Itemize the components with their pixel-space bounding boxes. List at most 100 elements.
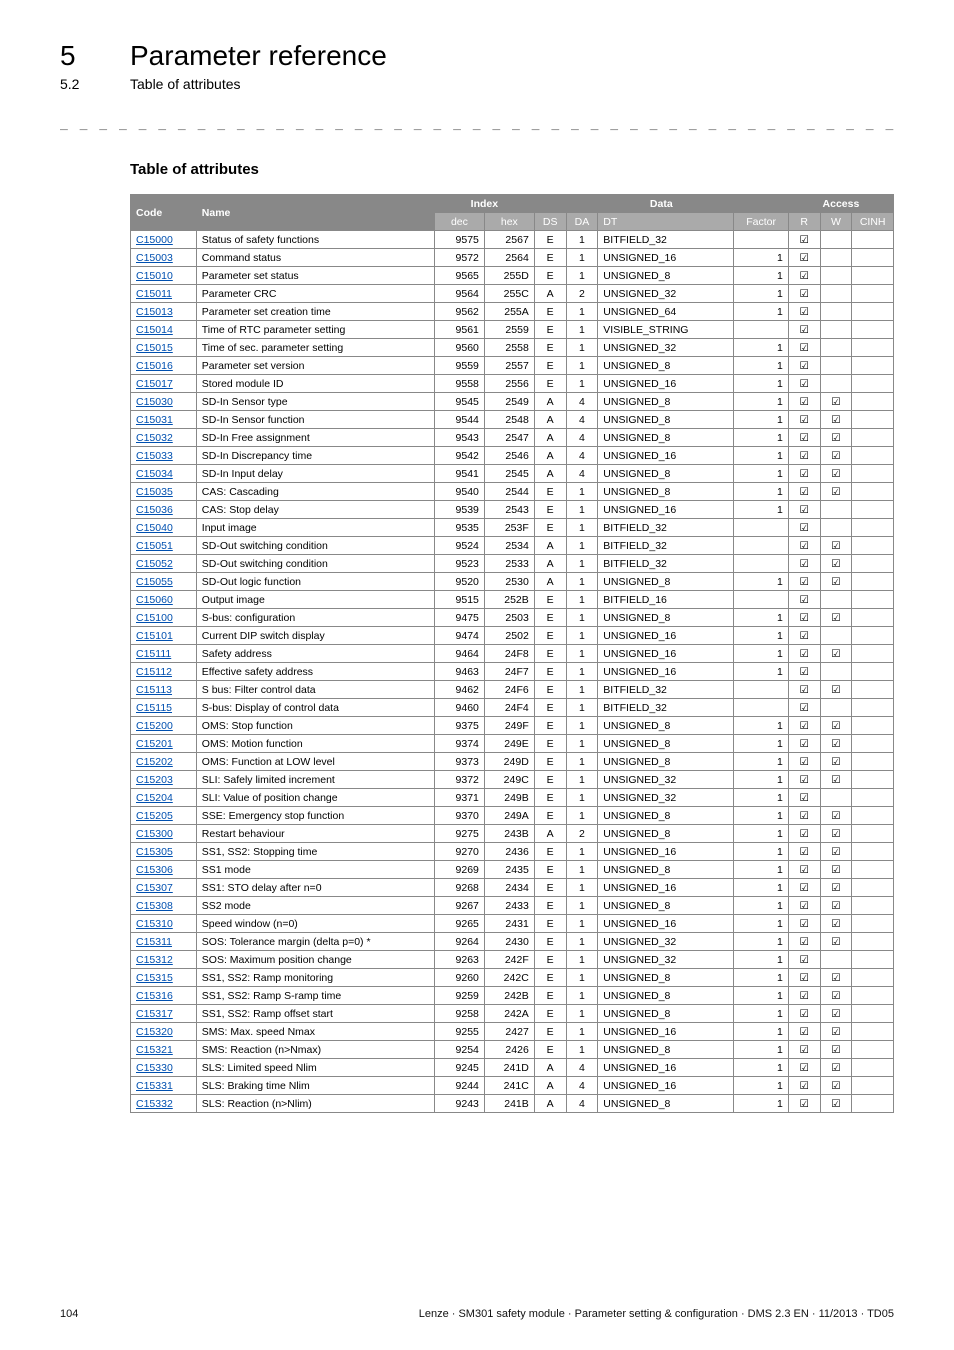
cell-da: 1	[566, 501, 598, 519]
code-link[interactable]: C15316	[136, 990, 173, 1002]
code-link[interactable]: C15300	[136, 828, 173, 840]
cell-da: 4	[566, 1059, 598, 1077]
cell-factor	[734, 519, 788, 537]
cell-w	[820, 285, 852, 303]
code-link[interactable]: C15202	[136, 756, 173, 768]
code-link[interactable]: C15015	[136, 342, 173, 354]
cell-dt: UNSIGNED_16	[598, 1077, 734, 1095]
cell-hex: 2543	[484, 501, 534, 519]
code-link[interactable]: C15307	[136, 882, 173, 894]
code-link[interactable]: C15101	[136, 630, 173, 642]
cell-dec: 9564	[434, 285, 484, 303]
code-link[interactable]: C15016	[136, 360, 173, 372]
code-link[interactable]: C15034	[136, 468, 173, 480]
code-link[interactable]: C15010	[136, 270, 173, 282]
code-link[interactable]: C15311	[136, 936, 172, 948]
code-link[interactable]: C15310	[136, 918, 173, 930]
cell-factor: 1	[734, 789, 788, 807]
table-row: C15033SD-In Discrepancy time95422546A4UN…	[131, 447, 894, 465]
code-link[interactable]: C15013	[136, 306, 173, 318]
code-link[interactable]: C15033	[136, 450, 173, 462]
cell-r: ☑	[788, 753, 820, 771]
cell-w: ☑	[820, 825, 852, 843]
cell-hex: 2545	[484, 465, 534, 483]
code-link[interactable]: C15035	[136, 486, 173, 498]
cell-factor: 1	[734, 1041, 788, 1059]
code-link[interactable]: C15200	[136, 720, 173, 732]
code-link[interactable]: C15201	[136, 738, 173, 750]
code-link[interactable]: C15205	[136, 810, 173, 822]
cell-cinh	[852, 897, 894, 915]
code-link[interactable]: C15036	[136, 504, 173, 516]
cell-name: SLS: Reaction (n>Nlim)	[196, 1095, 434, 1113]
cell-dec: 9460	[434, 699, 484, 717]
code-link[interactable]: C15111	[136, 648, 171, 660]
cell-r: ☑	[788, 807, 820, 825]
th-cinh: CINH	[852, 213, 894, 231]
code-link[interactable]: C15100	[136, 612, 173, 624]
cell-factor: 1	[734, 825, 788, 843]
cell-ds: E	[534, 771, 566, 789]
cell-factor: 1	[734, 483, 788, 501]
cell-ds: E	[534, 1005, 566, 1023]
code-link[interactable]: C15331	[136, 1080, 173, 1092]
code-link[interactable]: C15000	[136, 234, 173, 246]
code-link[interactable]: C15017	[136, 378, 173, 390]
code-link[interactable]: C15332	[136, 1098, 173, 1110]
cell-factor: 1	[734, 429, 788, 447]
code-link[interactable]: C15306	[136, 864, 173, 876]
cell-r: ☑	[788, 897, 820, 915]
cell-hex: 255C	[484, 285, 534, 303]
code-link[interactable]: C15330	[136, 1062, 173, 1074]
cell-hex: 2564	[484, 249, 534, 267]
code-link[interactable]: C15011	[136, 288, 172, 300]
cell-cinh	[852, 987, 894, 1005]
cell-dt: UNSIGNED_32	[598, 285, 734, 303]
code-link[interactable]: C15003	[136, 252, 173, 264]
code-link[interactable]: C15055	[136, 576, 173, 588]
cell-dt: UNSIGNED_16	[598, 915, 734, 933]
code-link[interactable]: C15112	[136, 666, 172, 678]
th-data: Data	[534, 195, 788, 213]
code-link[interactable]: C15204	[136, 792, 173, 804]
cell-w: ☑	[820, 843, 852, 861]
code-link[interactable]: C15308	[136, 900, 173, 912]
code-link[interactable]: C15203	[136, 774, 173, 786]
cell-cinh	[852, 267, 894, 285]
code-link[interactable]: C15317	[136, 1008, 173, 1020]
cell-da: 1	[566, 897, 598, 915]
cell-dec: 9265	[434, 915, 484, 933]
th-name: Name	[196, 195, 434, 231]
cell-ds: A	[534, 555, 566, 573]
code-link[interactable]: C15321	[136, 1044, 173, 1056]
code-link[interactable]: C15115	[136, 702, 172, 714]
code-link[interactable]: C15031	[136, 414, 173, 426]
code-link[interactable]: C15051	[136, 540, 173, 552]
cell-cinh	[852, 555, 894, 573]
code-link[interactable]: C15014	[136, 324, 173, 336]
cell-da: 1	[566, 519, 598, 537]
code-link[interactable]: C15060	[136, 594, 173, 606]
code-link[interactable]: C15320	[136, 1026, 173, 1038]
cell-name: SOS: Tolerance margin (delta p=0) *	[196, 933, 434, 951]
cell-ds: E	[534, 861, 566, 879]
cell-w: ☑	[820, 933, 852, 951]
cell-cinh	[852, 1095, 894, 1113]
cell-hex: 2431	[484, 915, 534, 933]
code-link[interactable]: C15312	[136, 954, 173, 966]
cell-name: SSE: Emergency stop function	[196, 807, 434, 825]
code-link[interactable]: C15040	[136, 522, 173, 534]
code-link[interactable]: C15315	[136, 972, 173, 984]
cell-r: ☑	[788, 951, 820, 969]
cell-name: SD-In Sensor type	[196, 393, 434, 411]
cell-ds: E	[534, 231, 566, 249]
code-link[interactable]: C15032	[136, 432, 173, 444]
code-link[interactable]: C15305	[136, 846, 173, 858]
cell-da: 4	[566, 1095, 598, 1113]
cell-w: ☑	[820, 393, 852, 411]
cell-hex: 2559	[484, 321, 534, 339]
code-link[interactable]: C15052	[136, 558, 173, 570]
code-link[interactable]: C15030	[136, 396, 173, 408]
cell-da: 1	[566, 483, 598, 501]
code-link[interactable]: C15113	[136, 684, 172, 696]
